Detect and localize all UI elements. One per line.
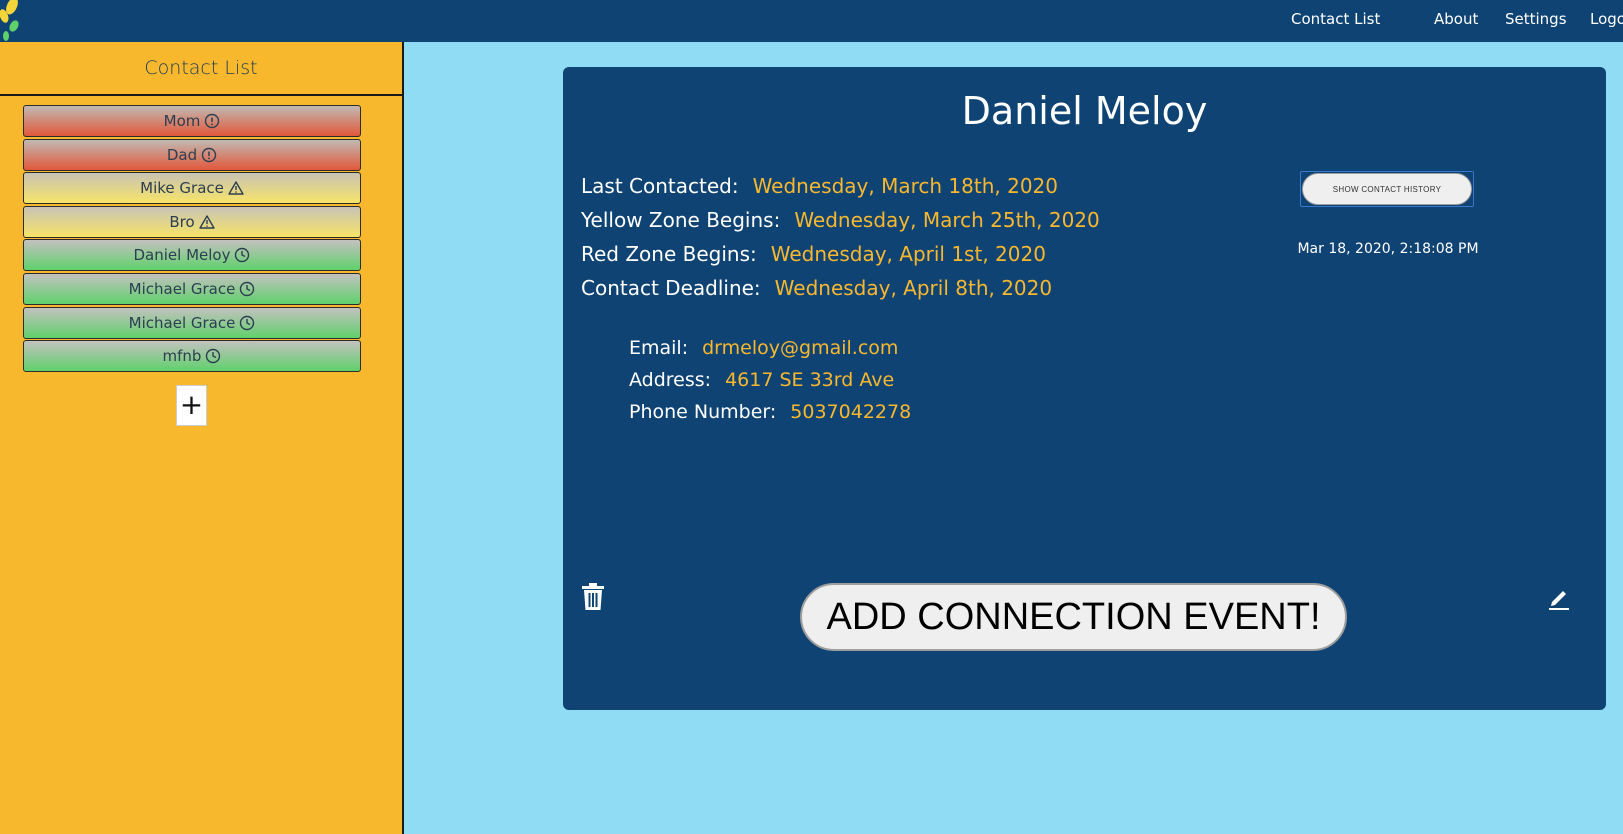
contact-item[interactable]: Bro [23,205,361,238]
address-label: Address: [629,369,712,391]
contact-item[interactable]: Mom [23,105,361,137]
clock-icon [240,281,255,297]
nav-logout[interactable]: Logo [1590,10,1623,28]
address-value: 4617 SE 33rd Ave [725,369,895,391]
contact-deadline-row: Contact Deadline: Wednesday, April 8th, 2… [581,276,1052,300]
email-value: drmeloy@gmail.com [702,337,899,359]
contact-deadline-label: Contact Deadline: [581,276,761,300]
contact-name: Mike Grace [140,179,224,198]
contact-detail-card: Daniel Meloy Last Contacted: Wednesday, M… [563,67,1606,710]
pencil-icon[interactable] [1546,585,1572,611]
last-contacted-label: Last Contacted: [581,174,739,198]
contact-name-heading: Daniel Meloy [961,89,1208,133]
sidebar: Contact List Mom Dad Mike Grace Bro Dani… [0,42,404,834]
phone-label: Phone Number: [629,401,777,423]
contact-name: Michael Grace [128,279,236,298]
warning-triangle-icon [198,215,215,229]
email-label: Email: [629,337,689,359]
contact-list: Mom Dad Mike Grace Bro Daniel Meloy Mich… [23,105,361,374]
yellow-zone-row: Yellow Zone Begins: Wednesday, March 25th… [581,208,1100,232]
contact-name: Dad [166,145,198,164]
yellow-zone-label: Yellow Zone Begins: [581,208,781,232]
last-contact-timestamp: Mar 18, 2020, 2:18:08 PM [1297,241,1479,257]
trash-icon[interactable] [580,582,606,612]
logo-icon[interactable] [0,0,26,44]
contact-deadline-value: Wednesday, April 8th, 2020 [774,276,1053,300]
contact-name: Bro [169,212,195,231]
clock-icon [235,248,250,263]
contact-name: Mom [163,112,201,130]
red-zone-row: Red Zone Begins: Wednesday, April 1st, 20… [581,242,1046,266]
show-contact-history-button[interactable]: SHOW CONTACT HISTORY [1300,171,1474,207]
phone-value: 5037042278 [790,401,912,423]
last-contacted-value: Wednesday, March 18th, 2020 [752,174,1058,198]
contact-item[interactable]: Mike Grace [23,172,361,205]
show-contact-history-label: SHOW CONTACT HISTORY [1302,173,1472,205]
red-zone-label: Red Zone Begins: [581,242,757,266]
nav-about[interactable]: About [1434,10,1478,28]
phone-row: Phone Number: 5037042278 [629,401,911,423]
yellow-zone-value: Wednesday, March 25th, 2020 [794,208,1100,232]
warning-triangle-icon [228,181,244,195]
nav-contact-list[interactable]: Contact List [1291,10,1380,28]
add-connection-event-button[interactable]: ADD CONNECTION EVENT! [800,583,1347,651]
clock-icon [206,348,221,364]
sidebar-title: Contact List [0,42,402,96]
contact-item[interactable]: Michael Grace [23,272,361,305]
email-row: Email: drmeloy@gmail.com [629,337,898,359]
contact-item[interactable]: mfnb [23,340,361,373]
alert-circle-icon [205,113,220,129]
contact-item[interactable]: Daniel Meloy [23,239,361,272]
contact-item[interactable]: Michael Grace [23,306,361,339]
contact-name: Michael Grace [128,313,236,332]
top-navbar: Contact List About Settings Logo [0,0,1623,42]
red-zone-value: Wednesday, April 1st, 2020 [770,242,1046,266]
add-contact-button[interactable]: + [176,385,207,426]
clock-icon [240,315,255,330]
alert-circle-icon [201,147,217,162]
contact-item[interactable]: Dad [23,138,361,171]
nav-settings[interactable]: Settings [1505,10,1567,28]
address-row: Address: 4617 SE 33rd Ave [629,369,894,391]
contact-name: Daniel Meloy [133,246,231,265]
contact-name: mfnb [162,347,202,366]
last-contacted-row: Last Contacted: Wednesday, March 18th, 20… [581,174,1058,198]
